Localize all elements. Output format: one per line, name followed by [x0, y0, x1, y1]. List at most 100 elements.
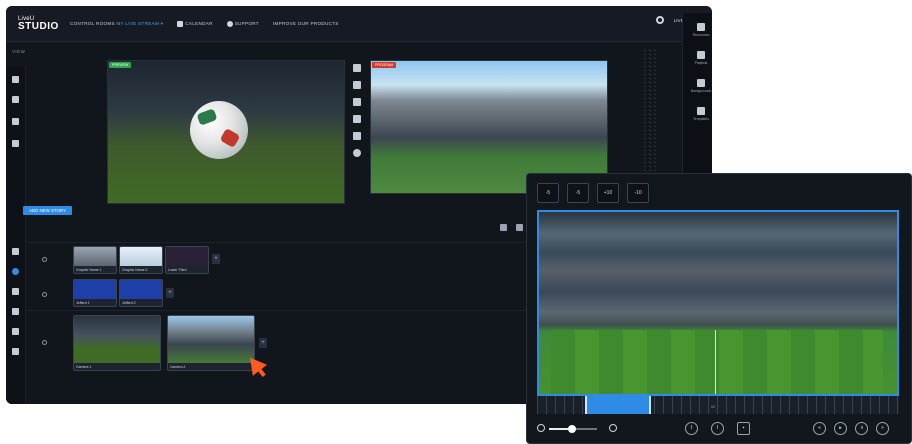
- logo-big: STUDIO: [18, 20, 59, 32]
- graphic-thumbnail: [74, 247, 116, 266]
- cut-icon[interactable]: [353, 64, 361, 72]
- player-controls: I I ▪ « ▸ ॥ »: [527, 418, 911, 440]
- mark-in-icon[interactable]: I: [685, 422, 698, 435]
- zoom-out-icon[interactable]: [537, 424, 545, 432]
- playlists-icon: [697, 51, 705, 59]
- audio-clip-1[interactable]: Jefferd 1: [73, 279, 117, 307]
- save-clip-icon[interactable]: ▪: [737, 422, 750, 435]
- zoom-in-icon[interactable]: [609, 424, 617, 432]
- grid-layout-icon[interactable]: [353, 98, 361, 106]
- scrub-bar[interactable]: 02: [537, 396, 899, 414]
- transition-icon[interactable]: [353, 115, 361, 123]
- panel-playlists-label: Playlists: [694, 61, 708, 65]
- resources-icon: [697, 23, 705, 31]
- clip-caption: Lower Third: [168, 268, 187, 272]
- pitch: [551, 330, 883, 394]
- audio-meter: [640, 50, 662, 178]
- nav-stream-selector[interactable]: MY LIVE STREAM: [116, 21, 159, 26]
- timecode-label: 02: [711, 405, 715, 409]
- nav-support[interactable]: SUPPORT: [226, 20, 259, 27]
- rewind-icon[interactable]: «: [813, 422, 826, 435]
- meter-channel-right: [649, 50, 651, 178]
- audio-clip-2[interactable]: Jefferd 2: [119, 279, 163, 307]
- row-visibility-toggle[interactable]: [42, 340, 47, 345]
- clip-caption: Graphic Name 2: [122, 268, 148, 272]
- nav-calendar[interactable]: CALENDAR: [177, 20, 213, 27]
- support-icon: [226, 20, 233, 27]
- users-icon[interactable]: [12, 348, 19, 355]
- panel-backgrounds-label: Backgrounds: [690, 89, 712, 93]
- expand-icon[interactable]: [516, 224, 523, 231]
- home-icon[interactable]: [12, 96, 19, 103]
- seek-back-5-button[interactable]: -5: [537, 183, 559, 203]
- pip-icon[interactable]: [12, 328, 19, 335]
- clip-selection-handle[interactable]: [585, 396, 651, 414]
- panel-resources[interactable]: Resources: [683, 23, 712, 37]
- panel-templates[interactable]: Templates: [683, 107, 712, 121]
- row-visibility-toggle[interactable]: [42, 257, 47, 262]
- clip-caption: Jefferd 1: [76, 301, 90, 305]
- clip-caption: Camera 2: [170, 365, 186, 369]
- ball-panel-green: [196, 108, 218, 126]
- upload-icon[interactable]: [12, 248, 19, 255]
- layers-icon[interactable]: [12, 76, 19, 83]
- backgrounds-icon: [697, 79, 705, 87]
- soccer-ball-image: [190, 101, 248, 159]
- panel-backgrounds[interactable]: Backgrounds: [683, 79, 712, 93]
- add-clip-button[interactable]: +: [166, 288, 174, 298]
- grid-icon[interactable]: [12, 118, 19, 125]
- stadium-video[interactable]: [537, 210, 899, 396]
- panel-templates-label: Templates: [693, 117, 709, 121]
- scissors-icon[interactable]: [353, 81, 361, 89]
- add-clip-button[interactable]: +: [212, 254, 220, 264]
- graphic-clip-3[interactable]: Lower Third: [165, 246, 209, 274]
- mark-out-icon[interactable]: I: [711, 422, 724, 435]
- nav-calendar-label: CALENDAR: [185, 20, 213, 26]
- clip-caption: Camera 1: [76, 365, 92, 369]
- seek-5-button[interactable]: -5: [567, 183, 589, 203]
- audio-icon[interactable]: [12, 308, 19, 315]
- image-icon[interactable]: [353, 132, 361, 140]
- panel-playlists[interactable]: Playlists: [683, 51, 712, 65]
- program-tag: PROGRAM: [372, 62, 397, 68]
- screenshot: LiveU STUDIO CONTROL ROOMS MY LIVE STREA…: [0, 0, 912, 444]
- preview-tag: PREVIEW: [109, 62, 132, 68]
- seek-buttons: -5 -5 +10 -10: [537, 183, 649, 203]
- clip-caption: Jefferd 2: [122, 301, 136, 305]
- gear-icon[interactable]: [655, 16, 664, 24]
- nav-improve[interactable]: IMPROVE OUR PRODUCTS: [273, 21, 339, 26]
- left-sidebar: [6, 66, 26, 404]
- pause-icon[interactable]: ॥: [855, 422, 868, 435]
- top-nav: CONTROL ROOMS MY LIVE STREAM ▾ CALENDAR …: [70, 20, 339, 27]
- chevron-down-icon[interactable]: ▾: [161, 21, 164, 26]
- settings-icon[interactable]: [353, 149, 361, 157]
- cut-icon[interactable]: [12, 288, 19, 295]
- play-icon[interactable]: ▸: [834, 422, 847, 435]
- clip-caption: Graphic Name 1: [76, 268, 102, 272]
- add-story-button[interactable]: ADD NEW STORY: [23, 206, 72, 215]
- seek-forward-10-button[interactable]: +10: [597, 183, 619, 203]
- zoom-slider-knob[interactable]: [568, 425, 576, 433]
- halfway-line: [715, 330, 716, 394]
- preview-monitor[interactable]: PREVIEW: [107, 60, 345, 204]
- add-clip-button[interactable]: +: [259, 338, 267, 348]
- graphic-clip-2[interactable]: Graphic Name 2: [119, 246, 163, 274]
- transition-tools: [351, 64, 363, 166]
- fast-forward-icon[interactable]: »: [876, 422, 889, 435]
- row-visibility-toggle[interactable]: [42, 292, 47, 297]
- speaker-icon: [74, 280, 116, 299]
- seek-back-10-button[interactable]: -10: [627, 183, 649, 203]
- active-mode-icon[interactable]: [12, 268, 19, 275]
- nav-control-rooms[interactable]: CONTROL ROOMS MY LIVE STREAM ▾: [70, 21, 163, 27]
- ball-panel-red: [219, 127, 241, 149]
- camera-icon[interactable]: [500, 224, 507, 231]
- graphic-thumbnail: [120, 247, 162, 266]
- soccer-ball-thumbnail: [74, 316, 160, 363]
- graphic-clip-1[interactable]: Graphic Name 1: [73, 246, 117, 274]
- logo[interactable]: LiveU STUDIO: [6, 16, 59, 32]
- camera-clip-1[interactable]: Camera 1: [73, 315, 161, 371]
- shuffle-icon[interactable]: [12, 140, 19, 147]
- calendar-icon: [177, 20, 184, 27]
- meter-channel-3: [654, 50, 656, 178]
- zoom-slider[interactable]: [549, 425, 597, 433]
